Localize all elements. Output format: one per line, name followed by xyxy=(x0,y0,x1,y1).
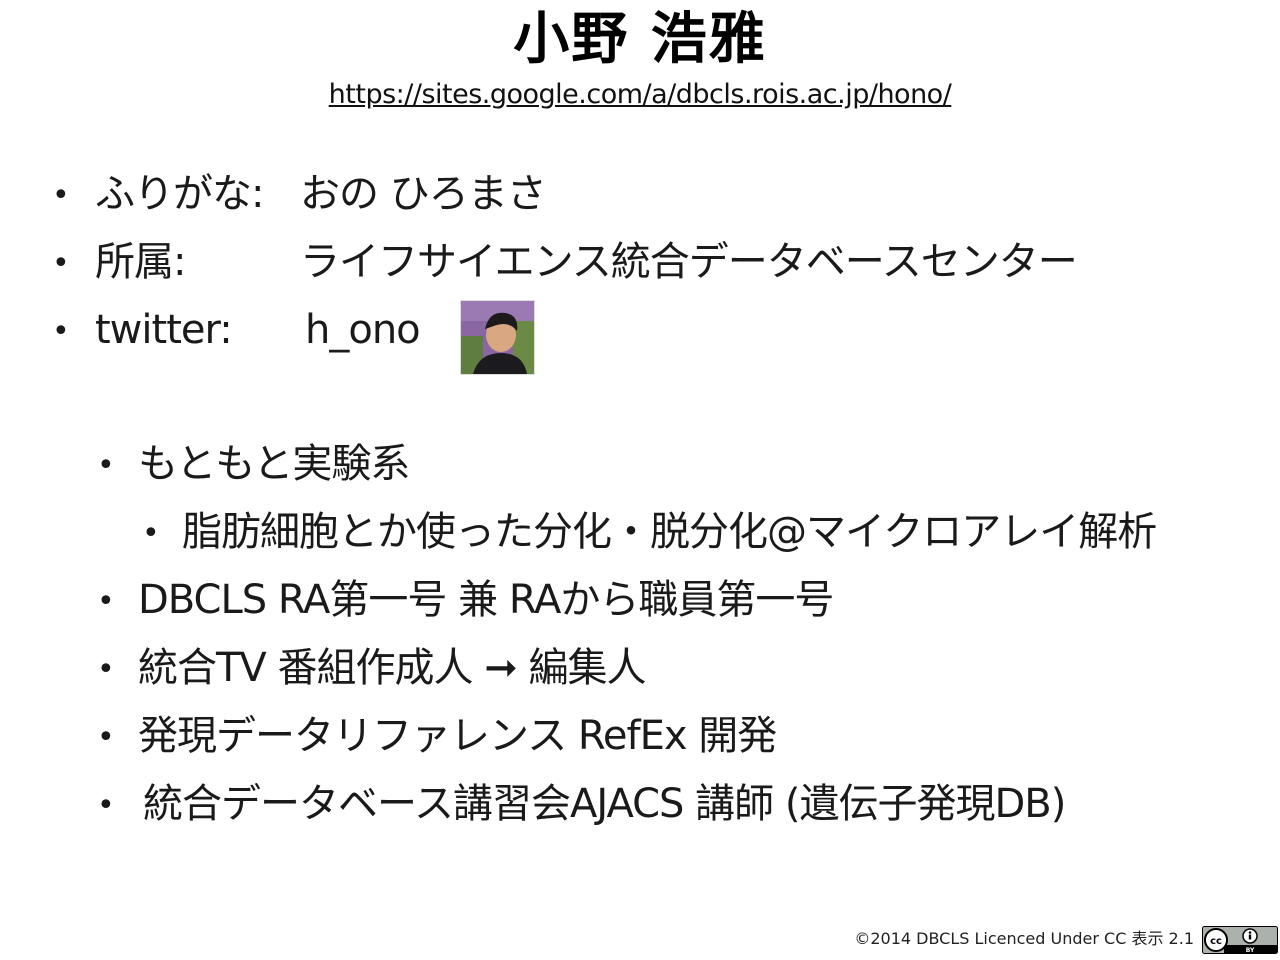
career-item-2: DBCLS RA第一号 兼 RAから職員第一号 xyxy=(138,577,834,623)
affiliation-label: 所属: xyxy=(95,239,186,285)
bullet-dot: • xyxy=(97,448,115,483)
bullet-dot: • xyxy=(142,516,160,551)
bullet-dot: • xyxy=(52,314,70,349)
svg-text:cc: cc xyxy=(1210,936,1222,947)
career-item-3: 統合TV 番組作成人 ➞ 編集人 xyxy=(138,645,646,691)
career-item-1: もともと実験系 xyxy=(138,441,410,487)
avatar-photo-icon xyxy=(461,301,534,374)
cc-by-icon[interactable]: cc BY xyxy=(1202,926,1278,954)
twitter-label: twitter: xyxy=(95,307,233,353)
bullet-dot: • xyxy=(52,246,70,281)
cc-badge-text: BY xyxy=(1246,947,1255,954)
bullet-dot: • xyxy=(97,788,115,823)
copyright-notice: ©2014 DBCLS Licenced Under CC 表示 2.1 xyxy=(854,929,1194,948)
furigana-value: おの ひろまさ xyxy=(300,171,547,217)
avatar xyxy=(460,300,535,375)
affiliation-value: ライフサイエンス統合データベースセンター xyxy=(300,239,1078,285)
twitter-handle[interactable]: h_ono xyxy=(305,306,421,354)
bullet-dot: • xyxy=(52,178,70,213)
career-subitem-1: 脂肪細胞とか使った分化・脱分化@マイクロアレイ解析 xyxy=(182,509,1157,555)
bullet-dot: • xyxy=(97,584,115,619)
bullet-dot: • xyxy=(97,720,115,755)
furigana-label: ふりがな: xyxy=(95,171,264,217)
bullet-dot: • xyxy=(97,652,115,687)
homepage-link[interactable]: https://sites.google.com/a/dbcls.rois.ac… xyxy=(0,78,1280,112)
career-item-5: 統合データベース講習会AJACS 講師 (遺伝子発現DB) xyxy=(143,781,1066,827)
page-title: 小野 浩雅 xyxy=(513,7,767,72)
career-item-4: 発現データリファレンス RefEx 開発 xyxy=(138,713,777,759)
